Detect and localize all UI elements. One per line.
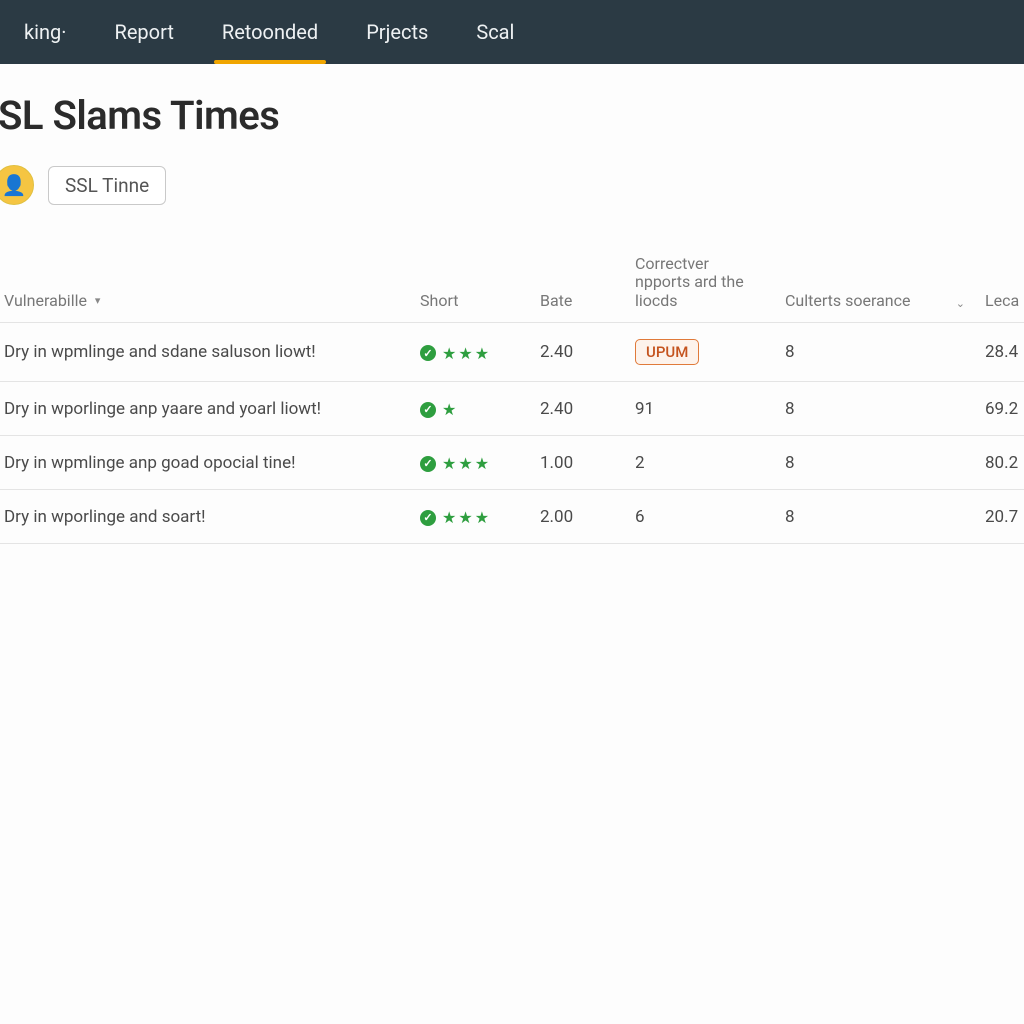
star-icon: ★	[475, 508, 489, 527]
cell-short: ✓★★★	[410, 323, 530, 382]
cell-culberts: 8	[775, 436, 975, 490]
cell-connective: 2	[625, 436, 775, 490]
user-icon: 👤	[2, 173, 27, 197]
check-icon: ✓	[420, 402, 436, 418]
cell-local: 20.7	[975, 490, 1024, 544]
col-header-label: Vulnerabille	[4, 291, 87, 310]
cell-short: ✓★★★	[410, 490, 530, 544]
check-icon: ✓	[420, 456, 436, 472]
table-row[interactable]: Dry in wporlinge anp yaare and yoarl lio…	[0, 382, 1024, 436]
star-icon: ★	[442, 344, 456, 363]
star-icon: ★	[475, 344, 489, 363]
cell-bate: 2.40	[530, 382, 625, 436]
table-body: Dry in wpmlinge and sdane saluson liowt!…	[0, 323, 1024, 544]
cell-short: ✓★	[410, 382, 530, 436]
status-badge: UPUM	[635, 339, 699, 365]
page-title: SL Slams Times	[0, 92, 1024, 139]
nav-item-retoonded[interactable]: Retoonded	[198, 0, 342, 64]
table-header-row: Vulnerabille ▾ Short Bate Correctver npp…	[0, 245, 1024, 323]
col-header-culberts[interactable]: Culterts soerance ⌄	[775, 245, 975, 323]
cell-connective: UPUM	[625, 323, 775, 382]
cell-bate: 2.00	[530, 490, 625, 544]
cell-vulnerability: Dry in wpmlinge anp goad opocial tine!	[0, 436, 410, 490]
check-icon: ✓	[420, 345, 436, 361]
col-header-bate[interactable]: Bate	[530, 245, 625, 323]
nav-item-king[interactable]: king·	[0, 0, 91, 64]
star-icon: ★	[442, 454, 456, 473]
col-header-label: Leca	[985, 291, 1019, 310]
cell-bate: 1.00	[530, 436, 625, 490]
col-header-local[interactable]: Leca	[975, 245, 1024, 323]
col-header-label: Correctver npports ard the liocds	[635, 254, 744, 310]
cell-connective: 6	[625, 490, 775, 544]
results-table: Vulnerabille ▾ Short Bate Correctver npp…	[0, 245, 1024, 544]
chevron-down-icon: ▾	[95, 295, 101, 308]
cell-local: 69.2	[975, 382, 1024, 436]
star-icon: ★	[458, 344, 472, 363]
cell-local: 28.4	[975, 323, 1024, 382]
cell-local: 80.2	[975, 436, 1024, 490]
col-header-label: Short	[420, 291, 458, 310]
cell-vulnerability: Dry in wpmlinge and sdane saluson liowt!	[0, 323, 410, 382]
avatar[interactable]: 👤	[0, 165, 34, 205]
cell-short: ✓★★★	[410, 436, 530, 490]
nav-item-scal[interactable]: Scal	[452, 0, 538, 64]
star-icon: ★	[442, 508, 456, 527]
col-header-short[interactable]: Short	[410, 245, 530, 323]
col-header-connective[interactable]: Correctver npports ard the liocds	[625, 245, 775, 323]
ssl-chip[interactable]: SSL Tinne	[48, 166, 166, 205]
col-header-label: Bate	[540, 291, 572, 310]
check-icon: ✓	[420, 510, 436, 526]
star-icon: ★	[475, 454, 489, 473]
cell-vulnerability: Dry in wporlinge anp yaare and yoarl lio…	[0, 382, 410, 436]
table-row[interactable]: Dry in wpmlinge and sdane saluson liowt!…	[0, 323, 1024, 382]
star-icon: ★	[442, 400, 456, 419]
table-row[interactable]: Dry in wpmlinge anp goad opocial tine! ✓ ★…	[0, 436, 1024, 490]
col-header-vulnerability[interactable]: Vulnerabille ▾	[0, 245, 410, 323]
chevron-down-icon: ⌄	[956, 298, 965, 311]
star-icon: ★	[458, 454, 472, 473]
table-row[interactable]: Dry in wporlinge and soart!✓★★★2.006820.…	[0, 490, 1024, 544]
page-header: SL Slams Times 👤 SSL Tinne	[0, 64, 1024, 205]
cell-connective: 91	[625, 382, 775, 436]
star-icon: ★	[458, 508, 472, 527]
col-header-label: Culterts soerance	[785, 292, 911, 310]
cell-vulnerability: Dry in wporlinge and soart!	[0, 490, 410, 544]
chip-row: 👤 SSL Tinne	[0, 165, 1024, 205]
nav-item-prjects[interactable]: Prjects	[342, 0, 452, 64]
cell-culberts: 8	[775, 490, 975, 544]
cell-culberts: 8	[775, 382, 975, 436]
nav-item-report[interactable]: Report	[91, 0, 198, 64]
top-nav: king· Report Retoonded Prjects Scal	[0, 0, 1024, 64]
cell-bate: 2.40	[530, 323, 625, 382]
cell-culberts: 8	[775, 323, 975, 382]
